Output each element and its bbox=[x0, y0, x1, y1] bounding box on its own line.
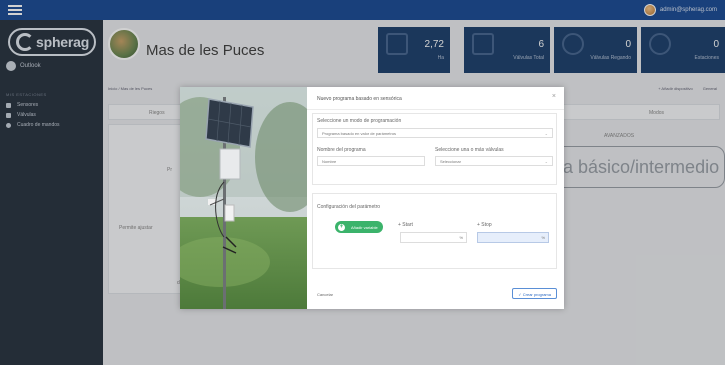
stop-unit: % bbox=[541, 235, 545, 240]
modal-divider bbox=[307, 109, 564, 110]
program-name-label: Nombre del programa bbox=[317, 147, 366, 153]
modal-body: Nuevo programa basado en sensórica × Sel… bbox=[307, 87, 564, 309]
start-label: + Start bbox=[398, 222, 413, 228]
new-program-modal: Nuevo programa basado en sensórica × Sel… bbox=[180, 87, 564, 309]
add-variable-button[interactable]: + Añadir variable bbox=[335, 221, 383, 233]
sensor-station-photo bbox=[180, 87, 307, 309]
start-unit: % bbox=[459, 235, 463, 240]
mode-select-value: Programa basado en valor de parámetros bbox=[322, 131, 397, 136]
mode-select[interactable]: Programa basado en valor de parámetros ⌄ bbox=[317, 128, 553, 138]
valves-label: Seleccione una o más válvulas bbox=[435, 147, 504, 153]
plus-icon: + bbox=[338, 223, 345, 231]
chevron-down-icon: ⌄ bbox=[544, 159, 548, 164]
valves-select-value: Seleccionar bbox=[440, 159, 461, 164]
mode-label: Seleccione un modo de programación bbox=[317, 118, 402, 124]
valves-select[interactable]: Seleccionar ⌄ bbox=[435, 156, 553, 166]
program-name-placeholder: Nombre bbox=[322, 159, 337, 164]
program-settings-box: Seleccione un modo de programación Progr… bbox=[312, 113, 557, 185]
create-program-button[interactable]: ✓ Crear programa bbox=[512, 288, 557, 299]
cancel-button[interactable]: Cancelar bbox=[317, 292, 333, 297]
stop-label: + Stop bbox=[477, 222, 492, 228]
add-variable-label: Añadir variable bbox=[351, 224, 378, 230]
stop-input[interactable]: % bbox=[477, 232, 549, 243]
config-label: Configuración del parámetro bbox=[317, 204, 381, 210]
close-icon[interactable]: × bbox=[552, 93, 556, 100]
modal-title: Nuevo programa basado en sensórica bbox=[317, 96, 402, 102]
program-name-input[interactable]: Nombre bbox=[317, 156, 425, 166]
start-input[interactable]: % bbox=[400, 232, 467, 243]
chevron-down-icon: ⌄ bbox=[544, 131, 548, 136]
